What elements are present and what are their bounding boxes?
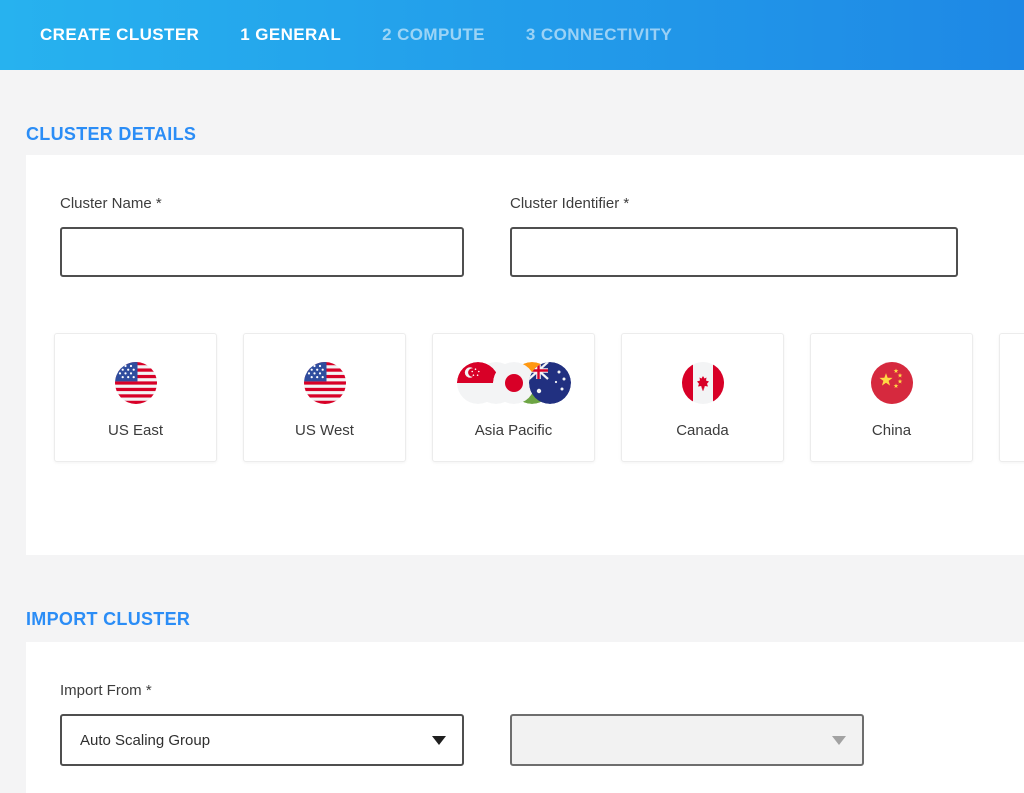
china-flag-icon — [871, 354, 913, 412]
import-from-selected-value: Auto Scaling Group — [80, 732, 210, 749]
import-dropdown-row: Auto Scaling Group — [60, 714, 1024, 766]
cluster-name-input[interactable] — [60, 227, 464, 277]
create-cluster-title: CREATE CLUSTER — [40, 25, 199, 45]
import-from-select[interactable]: Auto Scaling Group — [60, 714, 464, 766]
region-name: China — [872, 422, 911, 439]
tab-connectivity[interactable]: 3 CONNECTIVITY — [526, 25, 672, 45]
cluster-identifier-input[interactable] — [510, 227, 958, 277]
cluster-details-title: CLUSTER DETAILS — [26, 124, 1000, 145]
chevron-down-icon — [432, 736, 446, 745]
chevron-down-icon — [832, 736, 846, 745]
australia-flag-icon — [529, 362, 571, 404]
region-name: Asia Pacific — [475, 422, 553, 439]
cluster-name-field-group: Cluster Name * — [60, 195, 464, 277]
import-cluster-panel: Import From * Auto Scaling Group — [26, 642, 1024, 793]
region-card-us-east[interactable]: US East — [54, 333, 217, 462]
canada-flag-icon — [682, 354, 724, 412]
cluster-identifier-field-group: Cluster Identifier * — [510, 195, 958, 277]
tab-general[interactable]: 1 GENERAL — [240, 25, 341, 45]
import-cluster-title: IMPORT CLUSTER — [26, 609, 1000, 630]
region-card-china[interactable]: China — [810, 333, 973, 462]
region-cards-row: US East — [54, 333, 1024, 462]
us-flag-icon — [304, 354, 346, 412]
region-name: US West — [295, 422, 354, 439]
wizard-header: CREATE CLUSTER 1 GENERAL 2 COMPUTE 3 CON… — [0, 0, 1024, 70]
region-card-partial[interactable] — [999, 333, 1024, 462]
import-source-select[interactable] — [510, 714, 864, 766]
region-name: US East — [108, 422, 163, 439]
region-card-asia-pacific[interactable]: Asia Pacific — [432, 333, 595, 462]
cluster-identifier-label: Cluster Identifier * — [510, 195, 958, 212]
region-card-us-west[interactable]: US West — [243, 333, 406, 462]
import-from-label: Import From * — [60, 682, 1024, 699]
cluster-details-panel: Cluster Name * Cluster Identifier * — [26, 155, 1024, 555]
cluster-fields-row: Cluster Name * Cluster Identifier * — [60, 195, 1024, 277]
region-card-canada[interactable]: Canada — [621, 333, 784, 462]
cluster-name-label: Cluster Name * — [60, 195, 464, 212]
region-name: Canada — [676, 422, 729, 439]
asia-pacific-flags-icon — [457, 354, 571, 412]
tab-compute[interactable]: 2 COMPUTE — [382, 25, 485, 45]
us-flag-icon — [115, 354, 157, 412]
